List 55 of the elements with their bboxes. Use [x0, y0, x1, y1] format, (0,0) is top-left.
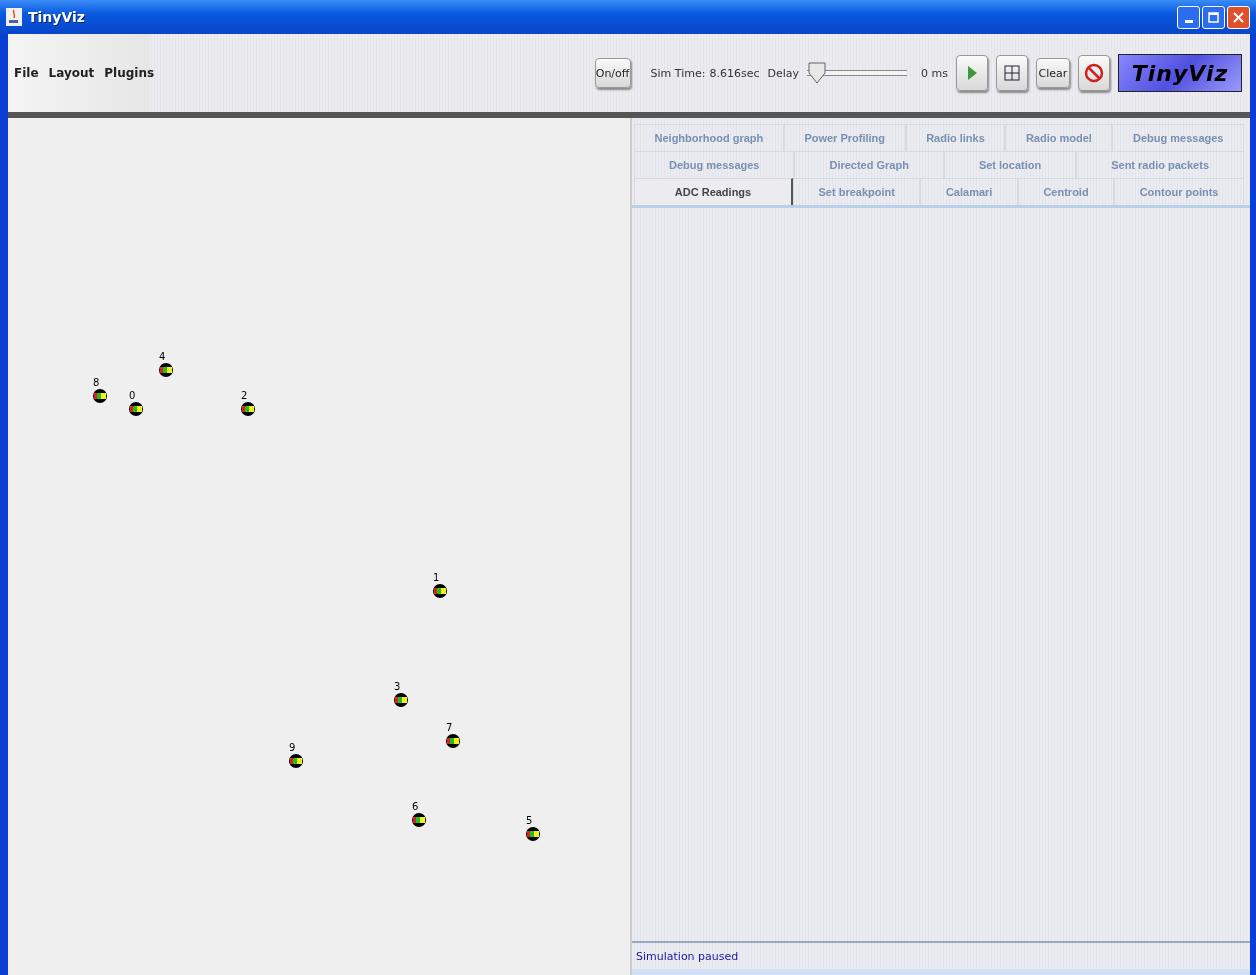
- stop-button[interactable]: [1078, 55, 1110, 91]
- mote-label: 6: [412, 801, 419, 812]
- mote-icon[interactable]: [159, 363, 173, 377]
- mote-icon[interactable]: [526, 827, 540, 841]
- grid-icon: [1004, 65, 1020, 81]
- sim-time-label: Sim Time:: [650, 66, 706, 80]
- status-text: Simulation paused: [636, 949, 739, 963]
- mote-icon[interactable]: [394, 693, 408, 707]
- mote-icon[interactable]: [446, 734, 460, 748]
- prohibited-icon: [1084, 63, 1104, 83]
- tab[interactable]: Radio model: [1005, 124, 1113, 151]
- sim-time-value: 8.616sec: [709, 66, 760, 80]
- minimize-button[interactable]: [1177, 5, 1200, 29]
- mote-icon[interactable]: [289, 754, 303, 768]
- java-cup-icon: [6, 8, 22, 26]
- mote-label: 4: [159, 351, 166, 362]
- grid-button[interactable]: [996, 55, 1028, 91]
- maximize-icon: [1208, 11, 1219, 23]
- window-title: TinyViz: [28, 9, 85, 25]
- menu-item[interactable]: File: [14, 66, 39, 80]
- clear-button[interactable]: Clear: [1036, 58, 1070, 88]
- tinyviz-logo: TinyViz: [1118, 54, 1242, 92]
- play-button[interactable]: [956, 55, 988, 91]
- play-icon: [966, 65, 978, 81]
- slider-thumb[interactable]: [807, 61, 828, 85]
- mote-label: 8: [93, 377, 100, 388]
- tab[interactable]: Neighborhood graph: [634, 124, 784, 151]
- mote-label: 2: [241, 390, 248, 401]
- tab[interactable]: Debug messages: [1112, 124, 1245, 151]
- close-button[interactable]: [1227, 5, 1250, 29]
- mote-icon[interactable]: [433, 584, 447, 598]
- mote-label: 0: [129, 390, 136, 401]
- close-icon: [1233, 11, 1244, 23]
- tab[interactable]: Power Profiling: [783, 124, 906, 151]
- maximize-button[interactable]: [1202, 5, 1225, 29]
- delay-reading: 0 ms: [921, 66, 948, 80]
- tab[interactable]: Directed Graph: [794, 151, 944, 178]
- mote-icon[interactable]: [129, 402, 143, 416]
- mote-icon[interactable]: [241, 402, 255, 416]
- tab[interactable]: ADC Readings: [634, 178, 793, 205]
- mote-icon[interactable]: [93, 389, 107, 403]
- minimize-icon: [1184, 19, 1193, 23]
- tab[interactable]: Set location: [943, 151, 1077, 178]
- on-off-button[interactable]: On/off: [594, 58, 631, 88]
- mote-label: 9: [289, 742, 296, 753]
- menu-item[interactable]: Layout: [48, 66, 95, 80]
- mote-label: 1: [433, 572, 440, 583]
- menu-item[interactable]: Plugins: [104, 66, 155, 80]
- delay-label: Delay: [767, 66, 800, 80]
- mote-label: 7: [446, 722, 453, 733]
- mote-label: 5: [526, 815, 533, 826]
- mote-label: 3: [394, 681, 401, 692]
- mote-icon[interactable]: [412, 813, 426, 827]
- tab[interactable]: Radio links: [905, 124, 1006, 151]
- tab[interactable]: Sent radio packets: [1076, 151, 1244, 178]
